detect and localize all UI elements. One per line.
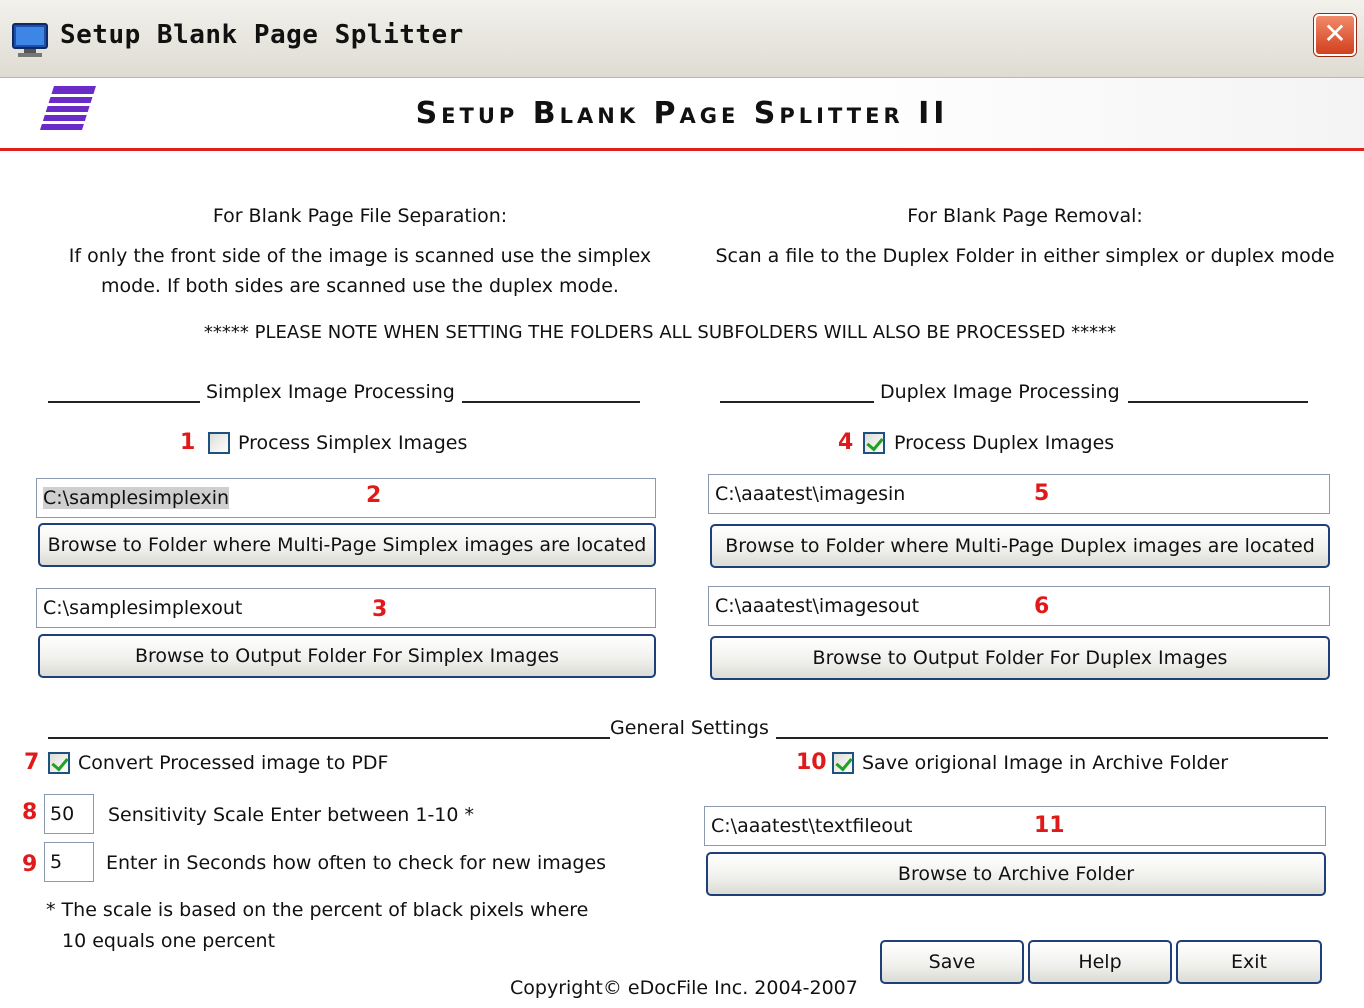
marker-7: 7	[24, 750, 40, 775]
footnote-line1: * The scale is based on the percent of b…	[46, 899, 589, 921]
marker-2: 2	[366, 483, 382, 508]
close-button[interactable]: ✕	[1314, 14, 1356, 56]
browse-simplex-output-button[interactable]: Browse to Output Folder For Simplex Imag…	[38, 634, 656, 678]
right-info-heading: For Blank Page Removal:	[907, 205, 1143, 227]
simplex-output-folder-field[interactable]: C:\samplesimplexout	[36, 588, 656, 628]
close-icon: ✕	[1323, 17, 1347, 50]
marker-5: 5	[1034, 481, 1050, 506]
monitor-icon	[12, 23, 48, 57]
process-simplex-label: Process Simplex Images	[238, 432, 468, 454]
copyright-text: Copyright© eDocFile Inc. 2004-2007	[510, 977, 858, 999]
exit-button[interactable]: Exit	[1176, 940, 1322, 984]
process-simplex-checkbox[interactable]	[208, 432, 230, 454]
simplex-input-folder-field[interactable]: C:\samplesimplexin	[36, 478, 656, 518]
process-duplex-checkbox[interactable]	[863, 432, 885, 454]
general-section-rule-right	[776, 737, 1328, 739]
process-duplex-label: Process Duplex Images	[894, 432, 1115, 454]
marker-11: 11	[1034, 813, 1065, 838]
simplex-section-label: Simplex Image Processing	[206, 381, 455, 403]
right-info-line1: Scan a file to the Duplex Folder in eith…	[715, 245, 1335, 267]
banner-divider	[0, 148, 1364, 151]
simplex-section-rule-left	[48, 401, 200, 403]
browse-archive-button[interactable]: Browse to Archive Folder	[706, 852, 1326, 896]
browse-duplex-output-button[interactable]: Browse to Output Folder For Duplex Image…	[710, 636, 1330, 680]
left-info-line2: mode. If both sides are scanned use the …	[101, 275, 619, 297]
save-button[interactable]: Save	[880, 940, 1024, 984]
marker-10: 10	[796, 750, 827, 775]
duplex-input-folder-field[interactable]: C:\aaatest\imagesin	[708, 474, 1330, 514]
left-info-heading: For Blank Page File Separation:	[212, 205, 508, 227]
marker-8: 8	[22, 800, 38, 825]
convert-pdf-checkbox[interactable]	[48, 752, 70, 774]
marker-3: 3	[372, 597, 388, 622]
window-title: Setup Blank Page Splitter	[60, 20, 464, 50]
footnote-line2: 10 equals one percent	[62, 930, 276, 952]
left-info-line1: If only the front side of the image is s…	[68, 245, 652, 267]
interval-input[interactable]: 5	[44, 842, 94, 882]
interval-label: Enter in Seconds how often to check for …	[106, 852, 607, 874]
general-section-label: General Settings	[610, 717, 769, 739]
archive-folder-field[interactable]: C:\aaatest\textfileout	[704, 806, 1326, 846]
archive-checkbox[interactable]	[832, 752, 854, 774]
marker-1: 1	[180, 430, 196, 455]
general-section-rule-left	[48, 737, 610, 739]
sensitivity-input[interactable]: 50	[44, 794, 94, 834]
convert-pdf-label: Convert Processed image to PDF	[78, 752, 389, 774]
browse-duplex-input-button[interactable]: Browse to Folder where Multi-Page Duplex…	[710, 524, 1330, 568]
duplex-output-folder-field[interactable]: C:\aaatest\imagesout	[708, 586, 1330, 626]
marker-9: 9	[22, 852, 38, 877]
duplex-section-rule-left	[720, 401, 874, 403]
marker-6: 6	[1034, 594, 1050, 619]
duplex-section-rule-right	[1128, 401, 1308, 403]
browse-simplex-input-button[interactable]: Browse to Folder where Multi-Page Simple…	[38, 523, 656, 567]
sensitivity-label: Sensitivity Scale Enter between 1-10 *	[108, 804, 475, 826]
window-titlebar[interactable]: Setup Blank Page Splitter ✕	[0, 0, 1364, 78]
duplex-section-label: Duplex Image Processing	[880, 381, 1120, 403]
banner-title: Setup Blank Page Splitter II	[415, 96, 949, 131]
simplex-section-rule-right	[462, 401, 640, 403]
subfolder-note: ***** PLEASE NOTE WHEN SETTING THE FOLDE…	[203, 322, 1117, 343]
help-button[interactable]: Help	[1028, 940, 1172, 984]
marker-4: 4	[838, 430, 854, 455]
archive-label: Save origional Image in Archive Folder	[862, 752, 1229, 774]
